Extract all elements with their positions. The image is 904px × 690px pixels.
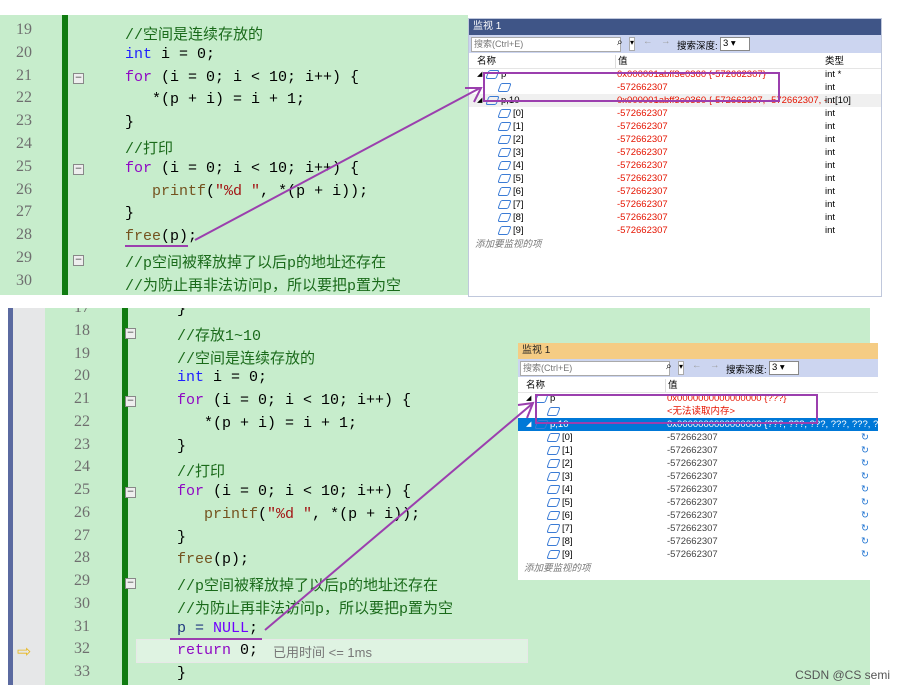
highlight-box-bottom [535, 394, 818, 424]
arrow-bottom [264, 403, 533, 631]
highlight-box-top [483, 72, 780, 102]
watermark: CSDN @CS semi [795, 668, 890, 682]
annotation-overlay [125, 87, 535, 640]
arrow-top [194, 87, 481, 241]
